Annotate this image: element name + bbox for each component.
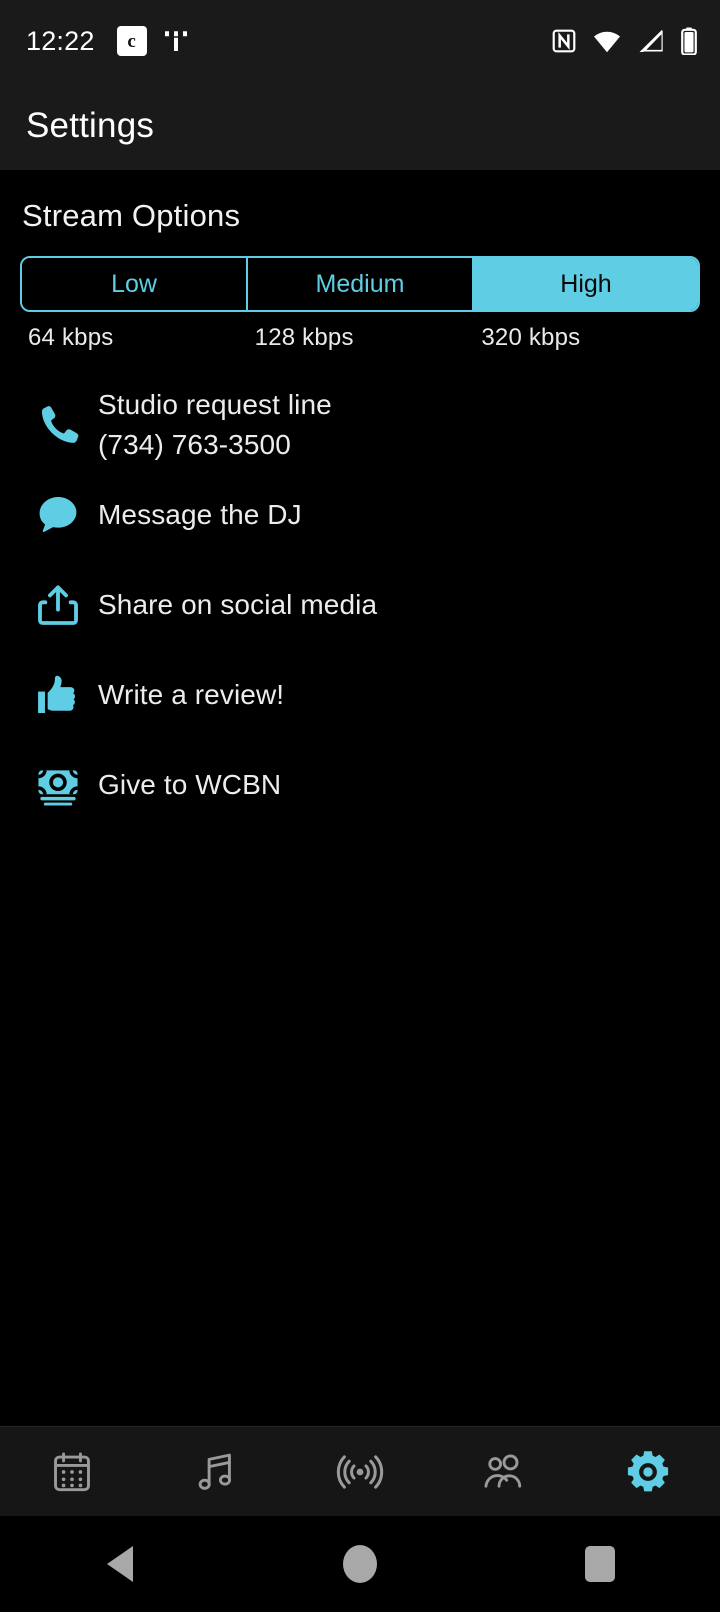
carrier-c-badge-icon: c: [116, 26, 147, 56]
status-bar-right-icons: [551, 27, 698, 55]
action-list: Studio request line (734) 763-3500 Messa…: [20, 380, 700, 830]
people-icon: [481, 1449, 527, 1495]
tab-schedule[interactable]: [0, 1427, 144, 1516]
battery-icon: [680, 27, 698, 55]
home-circle-icon: [343, 1545, 377, 1583]
status-bar: 12:22 c: [0, 0, 720, 82]
action-label: Give to WCBN: [98, 769, 282, 801]
action-label: Write a review!: [98, 679, 285, 711]
action-studio-request-line[interactable]: Studio request line (734) 763-3500: [20, 380, 700, 470]
android-recents-button[interactable]: [480, 1546, 720, 1582]
bitrate-high: 320 kbps: [481, 324, 581, 351]
action-write-a-review[interactable]: Write a review!: [20, 650, 700, 740]
nfc-icon: [551, 28, 577, 54]
bottom-navigation-bar: [0, 1426, 720, 1516]
action-label: Share on social media: [98, 589, 378, 621]
app-bar: Settings: [0, 82, 720, 170]
tab-live[interactable]: [288, 1427, 432, 1516]
thumbs-up-icon: [20, 672, 96, 718]
music-note-icon: [193, 1449, 239, 1495]
stream-quality-segmented-control[interactable]: Low Medium High: [20, 256, 700, 312]
android-home-button[interactable]: [240, 1545, 480, 1583]
page-title: Settings: [26, 106, 155, 145]
bitrate-low: 64 kbps: [28, 324, 114, 351]
segment-high[interactable]: High: [474, 258, 698, 310]
calendar-icon: [49, 1449, 95, 1495]
action-share-on-social-media[interactable]: Share on social media: [20, 560, 700, 650]
segment-medium[interactable]: Medium: [248, 258, 474, 310]
action-message-the-dj[interactable]: Message the DJ: [20, 470, 700, 560]
broadcast-icon: [336, 1448, 384, 1496]
bitrate-medium: 128 kbps: [254, 324, 354, 351]
back-triangle-icon: [107, 1546, 133, 1582]
gear-icon: [624, 1448, 672, 1496]
action-give-to-wcbn[interactable]: Give to WCBN: [20, 740, 700, 830]
cellular-signal-icon: [637, 28, 665, 54]
settings-content: Stream Options Low Medium High 64 kbps 1…: [0, 170, 720, 1426]
stream-options-heading: Stream Options: [22, 198, 241, 233]
status-bar-clock: 12:22: [26, 25, 95, 56]
action-label-group: Studio request line (734) 763-3500: [96, 385, 332, 465]
money-banknote-icon: [20, 762, 96, 808]
recents-square-icon: [585, 1546, 615, 1582]
action-label: Message the DJ: [98, 499, 302, 531]
phone-icon: [20, 402, 96, 448]
action-sublabel: (734) 763-3500: [98, 429, 291, 460]
tab-djs[interactable]: [432, 1427, 576, 1516]
android-system-navigation: [0, 1516, 720, 1612]
action-label: Studio request line: [98, 389, 332, 421]
tab-settings[interactable]: [576, 1427, 720, 1516]
wifi-icon: [592, 28, 622, 54]
android-back-button[interactable]: [0, 1546, 240, 1582]
t-mobile-logo-icon: [161, 26, 191, 56]
chat-bubble-icon: [20, 492, 96, 538]
segment-low[interactable]: Low: [22, 258, 248, 310]
tab-playlist[interactable]: [144, 1427, 288, 1516]
share-icon: [20, 582, 96, 628]
phone-screen: 12:22 c Settings Stream Options Low Medi…: [0, 0, 720, 1612]
status-bar-left-icons: c: [116, 26, 191, 56]
bitrate-labels: 64 kbps 128 kbps 320 kbps: [20, 324, 700, 352]
